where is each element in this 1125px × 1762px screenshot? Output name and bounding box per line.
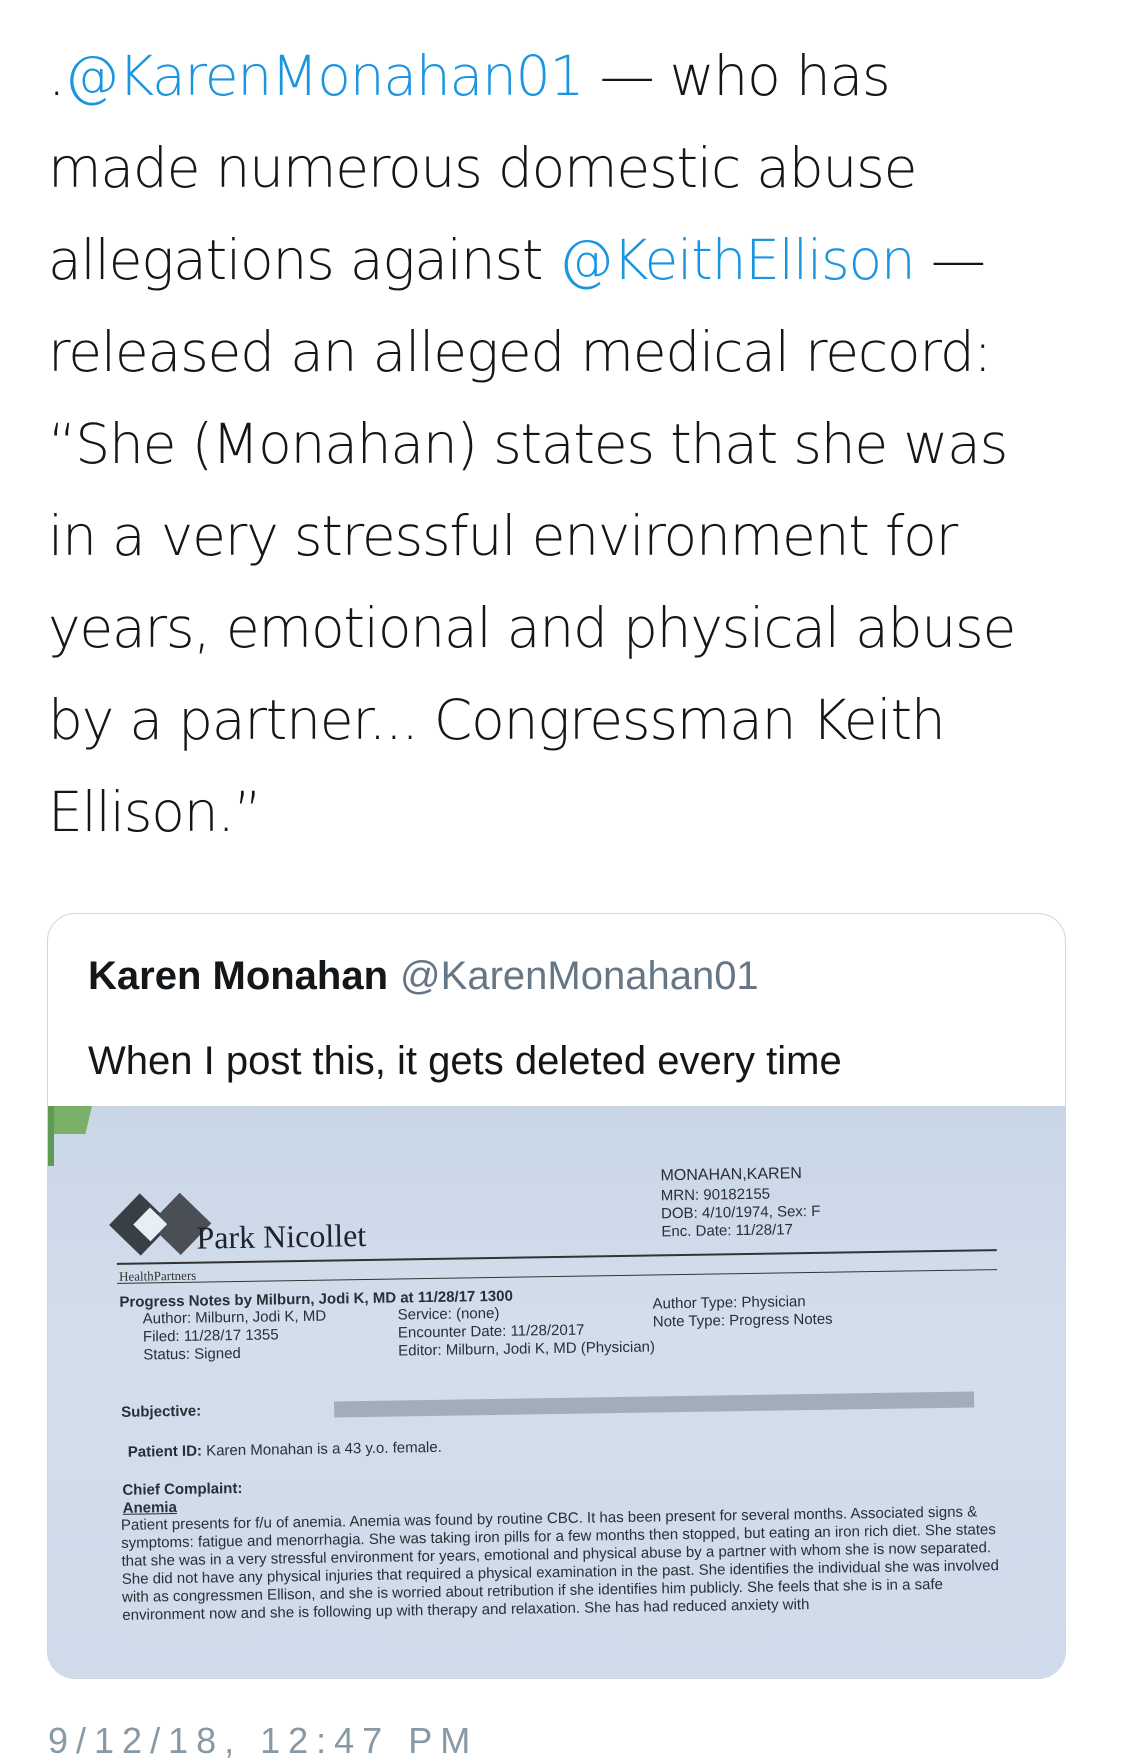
- encounter-date-header: Enc. Date: 11/28/17: [661, 1221, 793, 1241]
- tweet-text: .@KarenMonahan01 — who has made numerous…: [48, 30, 1048, 858]
- tweet-line-4: released an alleged medical record:: [48, 320, 992, 384]
- tweet-line-2: made numerous domestic abuse: [48, 136, 917, 200]
- tweet-line-5: “She (Monahan) states that she was: [48, 412, 1008, 476]
- medical-record-document: Park Nicollet HealthPartners MONAHAN,KAR…: [48, 1098, 1065, 1678]
- redaction-bar: [334, 1391, 975, 1418]
- note-status: Status: Signed: [143, 1344, 241, 1364]
- patient-name: MONAHAN,KAREN: [660, 1165, 802, 1185]
- patient-id-text: Karen Monahan is a 43 y.o. female.: [201, 1438, 442, 1460]
- tweet-line-9: Ellison.”: [48, 780, 262, 844]
- org-name: Park Nicollet: [196, 1216, 367, 1256]
- note-editor: Editor: Milburn, Jodi K, MD (Physician): [398, 1338, 656, 1360]
- subjective-heading: Subjective:: [121, 1402, 202, 1421]
- tweet-line-8: by a partner... Congressman Keith: [48, 688, 946, 752]
- quote-author-handle[interactable]: @KarenMonahan01: [400, 954, 759, 998]
- quoted-tweet-card[interactable]: Karen Monahan @KarenMonahan01 When I post…: [47, 913, 1066, 1679]
- tweet-line-6: in a very stressful environment for: [48, 504, 958, 568]
- tweet-timestamp[interactable]: 9/12/18, 12:47 PM: [48, 1720, 478, 1762]
- mention-karen-link[interactable]: @KarenMonahan01: [64, 44, 584, 108]
- tweet-dot: .: [48, 44, 66, 108]
- note-body-paragraph: Patient presents for f/u of anemia. Anem…: [120, 1503, 1000, 1624]
- tweet-line-1-text: — who has: [583, 44, 891, 108]
- tweet-line-7: years, emotional and physical abuse: [48, 596, 1016, 660]
- quote-header: Karen Monahan @KarenMonahan01: [88, 954, 759, 999]
- medical-record-photo[interactable]: Park Nicollet HealthPartners MONAHAN,KAR…: [48, 1106, 1065, 1678]
- patient-id-line: Patient ID: Karen Monahan is a 43 y.o. f…: [128, 1438, 442, 1463]
- tweet-line-3-text: allegations against: [48, 228, 559, 292]
- tweet-line-3: allegations against @KeithEllison —: [48, 214, 1048, 306]
- tweet-line-1: .@KarenMonahan01 — who has: [48, 30, 1048, 122]
- header-divider-2: [117, 1269, 998, 1284]
- tweet-line-3-dash: —: [914, 228, 986, 292]
- quote-author-name[interactable]: Karen Monahan: [88, 954, 388, 998]
- quote-text: When I post this, it gets deleted every …: [88, 1039, 842, 1083]
- patient-id-label: Patient ID:: [127, 1442, 203, 1461]
- mention-keith-link[interactable]: @KeithEllison: [559, 228, 916, 292]
- note-type: Note Type: Progress Notes: [652, 1310, 833, 1331]
